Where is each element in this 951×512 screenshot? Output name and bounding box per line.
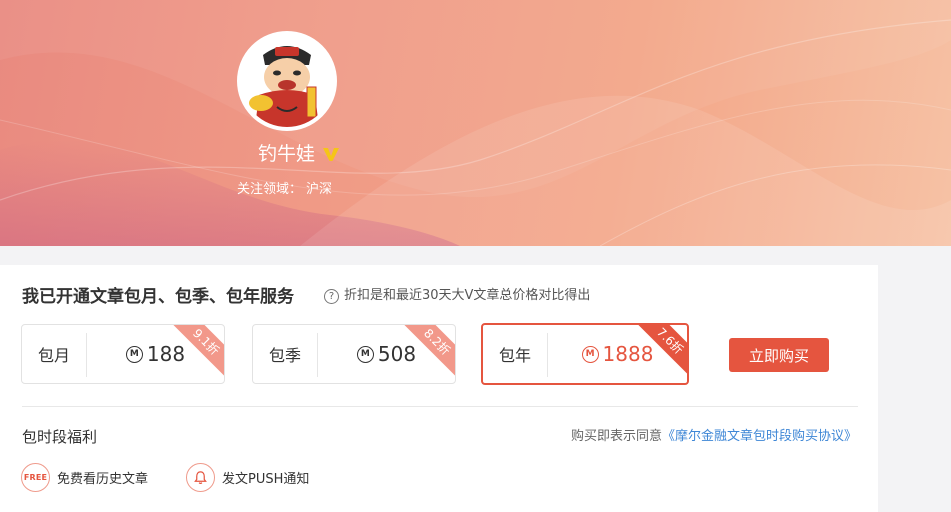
- free-badge-icon: FREE: [21, 463, 50, 492]
- benefit-label: 发文PUSH通知: [222, 472, 310, 487]
- agreement-prefix: 购买即表示同意: [570, 429, 662, 444]
- plan-price-value: 188: [146, 342, 186, 366]
- discount-hint: ? 折扣是和最近30天大V文章总价格对比得出: [324, 287, 590, 305]
- agreement-link[interactable]: 《摩尔金融文章包时段购买协议》: [662, 429, 857, 444]
- m-coin-icon: M: [356, 345, 374, 363]
- discount-hint-text: 折扣是和最近30天大V文章总价格对比得出: [344, 288, 591, 303]
- plan-price-value: 508: [377, 342, 417, 366]
- banner-wave-decoration: [0, 0, 951, 246]
- benefit-label: 免费看历史文章: [57, 472, 149, 487]
- username-row: 钓牛娃: [258, 142, 341, 166]
- agreement-text: 购买即表示同意《摩尔金融文章包时段购买协议》: [571, 428, 857, 446]
- profile-banner: 钓牛娃 关注领域： 沪深: [0, 0, 951, 246]
- avatar-cartoon-icon: [241, 35, 333, 127]
- v-verified-icon: [323, 148, 340, 161]
- question-circle-icon[interactable]: ?: [324, 288, 339, 304]
- plan-name: 包月: [37, 346, 70, 365]
- plan-yearly[interactable]: 包年 M 1888 7.6折: [481, 323, 689, 385]
- focus-label: 关注领域：: [237, 182, 303, 197]
- benefits-title: 包时段福利: [22, 428, 98, 446]
- benefit-push-notify: 发文PUSH通知: [186, 463, 309, 492]
- bell-icon: [186, 463, 215, 492]
- benefit-free-history: FREE 免费看历史文章: [21, 463, 148, 492]
- username: 钓牛娃: [258, 143, 316, 165]
- m-coin-icon: M: [125, 345, 143, 363]
- plan-price-value: 1888: [602, 342, 654, 366]
- m-coin-icon: M: [581, 345, 599, 363]
- user-avatar[interactable]: [237, 31, 337, 131]
- subscription-title: 我已开通文章包月、包季、包年服务: [22, 287, 294, 307]
- buy-now-button[interactable]: 立即购买: [729, 338, 829, 372]
- plan-name: 包年: [498, 346, 531, 365]
- plan-quarterly[interactable]: 包季 M 508 8.2折: [252, 324, 456, 384]
- focus-area: 关注领域： 沪深: [237, 181, 336, 199]
- plan-name: 包季: [268, 346, 301, 365]
- plan-monthly[interactable]: 包月 M 188 9.1折: [21, 324, 225, 384]
- focus-value[interactable]: 沪深: [306, 182, 332, 197]
- section-divider: [22, 406, 858, 407]
